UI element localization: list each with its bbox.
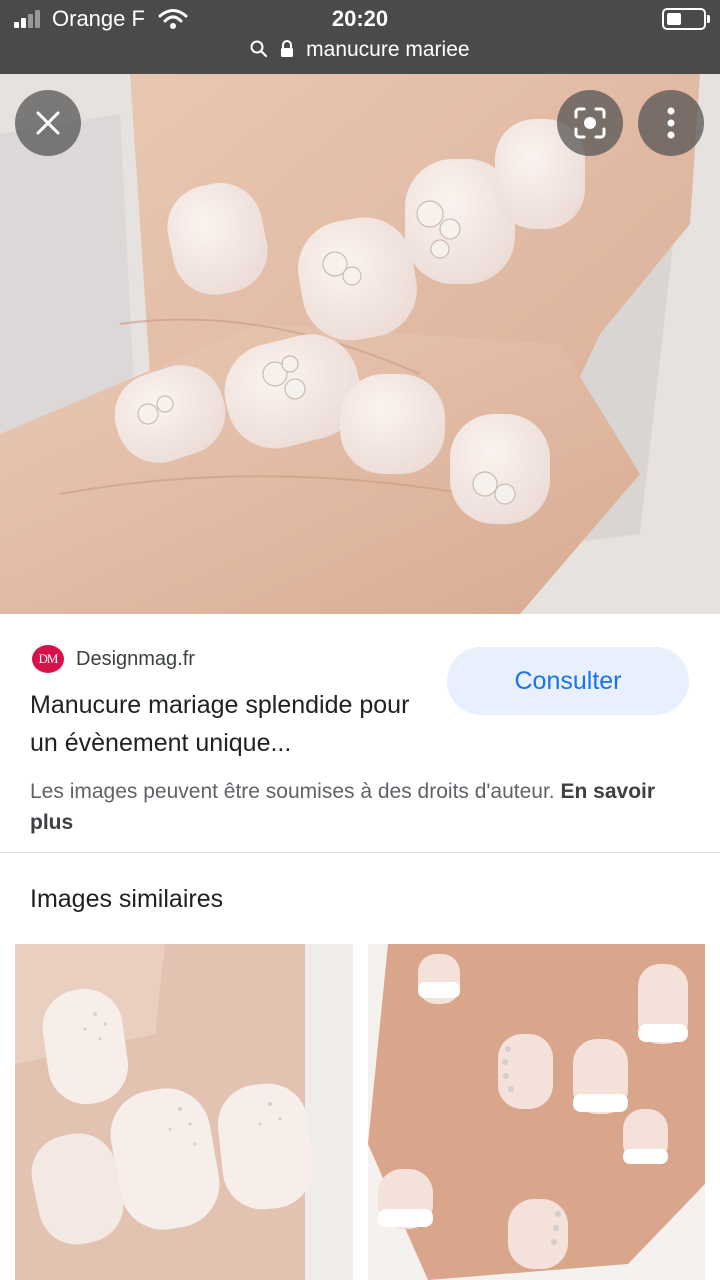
search-icon — [250, 40, 268, 58]
similar-image-1-photo — [15, 944, 353, 1280]
divider — [0, 852, 720, 853]
similar-image-1[interactable] — [15, 944, 353, 1280]
similar-image-2-photo — [368, 944, 705, 1280]
close-icon — [36, 111, 60, 135]
similar-image-2[interactable] — [368, 944, 705, 1280]
nails-photo — [0, 74, 720, 614]
url-text: manucure mariee — [306, 38, 470, 61]
url-bar[interactable]: manucure mariee — [0, 38, 720, 62]
clock: 20:20 — [331, 6, 389, 31]
copyright-notice: Les images peuvent être soumises à des d… — [30, 776, 690, 838]
image-title[interactable]: Manucure mariage splendide pour un évène… — [30, 686, 430, 762]
source-site: Designmag.fr — [76, 647, 195, 670]
lens-icon — [574, 107, 606, 139]
main-image[interactable] — [0, 74, 720, 614]
lock-icon — [281, 40, 294, 57]
similar-images-heading: Images similaires — [30, 885, 224, 913]
source-row[interactable]: DM Designmag.fr — [32, 645, 195, 673]
source-logo: DM — [32, 645, 64, 673]
close-button[interactable] — [15, 90, 81, 156]
status-bar: Orange F 20:20 manucure mariee — [0, 0, 720, 74]
consult-button[interactable]: Consulter — [447, 647, 689, 715]
battery-icon — [662, 8, 710, 30]
more-options-button[interactable] — [638, 90, 704, 156]
copyright-text: Les images peuvent être soumises à des d… — [30, 780, 561, 803]
more-vert-icon — [667, 107, 675, 139]
lens-button[interactable] — [557, 90, 623, 156]
